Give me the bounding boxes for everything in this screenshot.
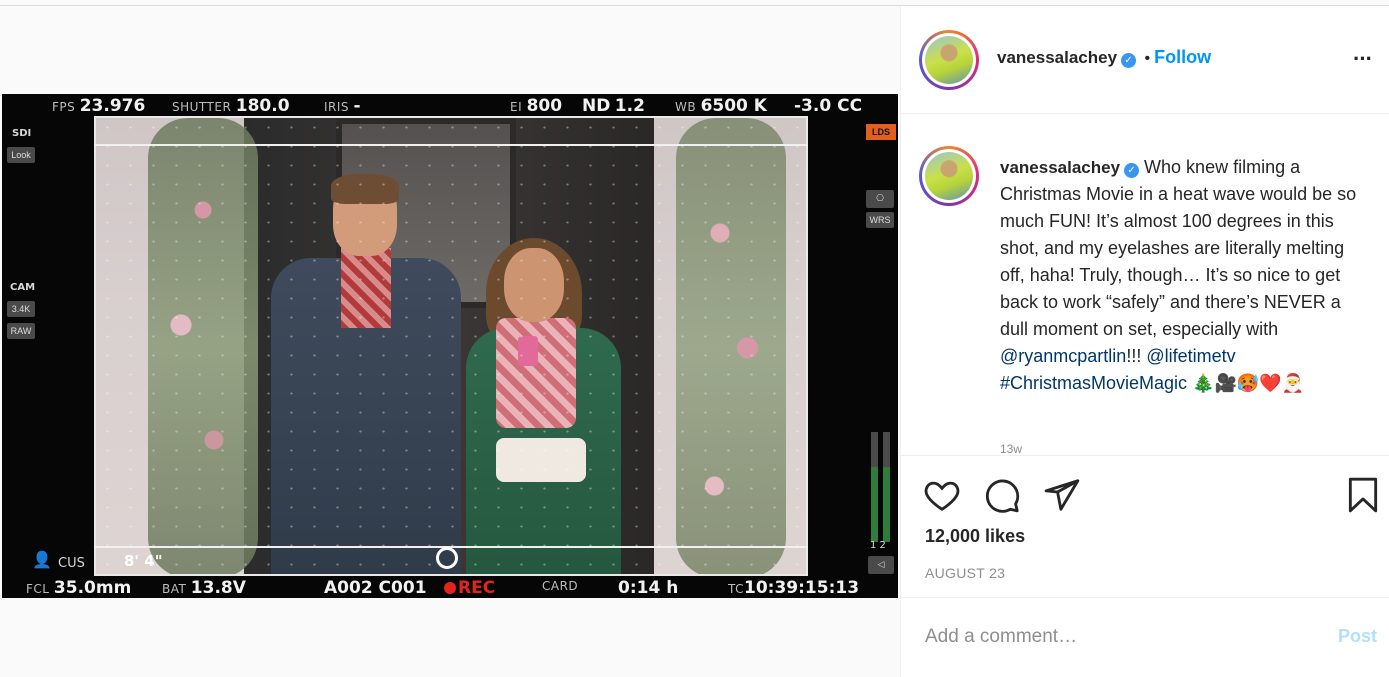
hud-look-button[interactable]: Look — [7, 147, 35, 163]
hud-card: 0:14 h — [618, 578, 679, 598]
likes-count[interactable]: 12,000 likes — [925, 526, 1025, 547]
follow-button[interactable]: Follow — [1154, 47, 1211, 67]
hud-rec: REC — [444, 578, 495, 598]
post-comment-button[interactable]: Post — [1338, 626, 1377, 647]
header-separator: • — [1144, 50, 1151, 67]
post-sidebar: vanessalachey ✓ • Follow ··· vanessalachey… — [900, 6, 1389, 677]
mention-ryanmcpartlin[interactable]: @ryanmcpartlin — [1000, 346, 1126, 366]
frame-guide-top — [94, 144, 808, 146]
snow-overlay — [96, 118, 806, 574]
speaker-icon[interactable]: ◁ — [868, 556, 894, 574]
hud-raw: RAW — [7, 323, 35, 339]
verified-badge-icon: ✓ — [1121, 53, 1137, 68]
caption-exclaim: !!! — [1126, 346, 1147, 366]
video-frame — [94, 116, 808, 576]
hud-lds-badge: LDS — [866, 124, 896, 140]
hud-cus: CUS — [58, 556, 85, 571]
caption-emojis: 🎄🎥🥵❤️🎅 — [1187, 373, 1305, 393]
hud-fps: FPS 23.976 — [52, 96, 146, 116]
caption-avatar[interactable] — [919, 146, 979, 206]
hud-wb: WB 6500 K — [675, 96, 767, 116]
hud-wrs: WRS — [866, 212, 894, 228]
header-username[interactable]: vanessalachey — [997, 48, 1117, 67]
hud-focus-distance: 8' 4" — [124, 552, 163, 570]
hud-fcl: FCL 35.0mm — [26, 578, 132, 598]
audio-meters — [868, 432, 894, 542]
post-media[interactable]: FPS 23.976 SHUTTER 180.0 IRIS - EI 800 N… — [2, 94, 898, 598]
caption-verified-icon: ✓ — [1124, 163, 1140, 178]
caption-body: Who knew filming a Christmas Movie in a … — [1000, 157, 1357, 339]
comment-bar: Post — [901, 598, 1389, 677]
media-column: FPS 23.976 SHUTTER 180.0 IRIS - EI 800 N… — [0, 6, 900, 677]
person-icon: 👤 — [32, 550, 52, 569]
post-card: FPS 23.976 SHUTTER 180.0 IRIS - EI 800 N… — [0, 5, 1389, 677]
hud-cc: -3.0 CC — [794, 96, 863, 116]
focus-ring-icon — [436, 547, 458, 569]
more-options-icon[interactable]: ··· — [1353, 46, 1373, 72]
save-bookmark-icon[interactable] — [1344, 476, 1382, 514]
hud-iris: IRIS - — [324, 96, 361, 116]
hud-resolution: 3.4K — [7, 301, 35, 317]
hud-clip: A002 C001 — [324, 578, 427, 598]
hud-ei: EI 800 — [510, 96, 563, 116]
caption-text: vanessalachey ✓ Who knew filming a Christ… — [1000, 154, 1360, 397]
hud-cam: CAM — [10, 282, 36, 293]
avatar[interactable] — [919, 30, 979, 90]
hud-sdi: SDI — [12, 128, 32, 139]
hud-camera-icon: ⎔ — [866, 190, 894, 208]
comment-icon[interactable] — [983, 476, 1021, 514]
post-date[interactable]: AUGUST 23 — [925, 565, 1005, 581]
like-heart-icon[interactable] — [923, 476, 961, 514]
hud-tc: TC10:39:15:13 — [728, 578, 860, 598]
hud-shutter: SHUTTER 180.0 — [172, 96, 290, 116]
comment-input[interactable] — [925, 622, 1305, 652]
rec-dot-icon — [444, 582, 456, 594]
share-icon[interactable] — [1043, 476, 1081, 514]
post-header: vanessalachey ✓ • Follow ··· — [901, 6, 1389, 114]
hashtag-christmasmoviemagic[interactable]: #ChristmasMovieMagic — [1000, 373, 1187, 393]
hud-card-k: CARD — [542, 579, 579, 593]
caption-time: 13w — [1000, 442, 1023, 456]
hud-bat: BAT 13.8V — [162, 578, 246, 598]
comments-area: vanessalachey ✓ Who knew filming a Christ… — [901, 114, 1389, 456]
header-user-row: vanessalachey ✓ • Follow — [997, 47, 1211, 68]
hud-nd: ND 1.2 — [582, 96, 645, 116]
audio-meter-labels: 1 2 — [870, 540, 886, 551]
mention-lifetimetv[interactable]: @lifetimetv — [1146, 346, 1235, 366]
post-actions: 12,000 likes AUGUST 23 — [901, 456, 1389, 598]
caption-username[interactable]: vanessalachey — [1000, 158, 1120, 177]
